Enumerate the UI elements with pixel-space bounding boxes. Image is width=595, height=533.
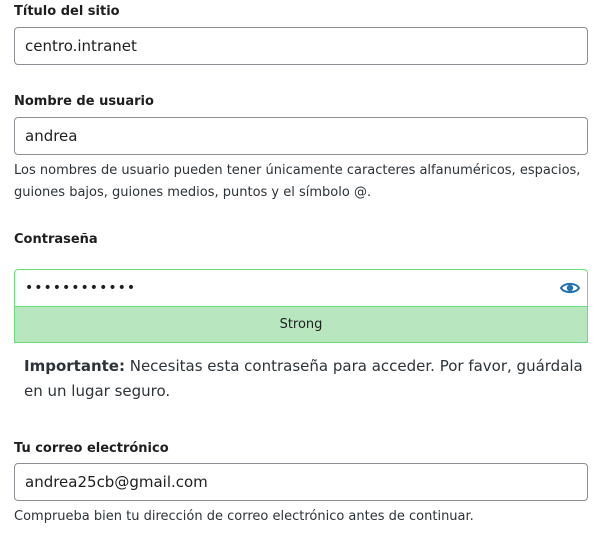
password-field[interactable] [14, 269, 588, 307]
email-input[interactable] [15, 464, 587, 500]
site-title-input[interactable] [15, 28, 587, 64]
password-input[interactable] [15, 270, 553, 306]
show-password-button[interactable] [553, 270, 587, 306]
eye-icon [560, 282, 580, 294]
important-label: Importante: [24, 357, 125, 375]
username-label: Nombre de usuario [14, 94, 154, 109]
username-input[interactable] [15, 118, 587, 154]
username-field[interactable] [14, 117, 588, 155]
site-title-field[interactable] [14, 27, 588, 65]
password-label: Contraseña [14, 232, 98, 247]
email-field[interactable] [14, 463, 588, 501]
site-title-label: Título del sitio [14, 4, 120, 19]
username-hint: Los nombres de usuario pueden tener únic… [14, 163, 581, 200]
password-strength-indicator: Strong [14, 307, 588, 343]
email-label: Tu correo electrónico [14, 441, 169, 456]
password-important-note: Importante: Necesitas esta contraseña pa… [24, 354, 584, 404]
email-hint: Comprueba bien tu dirección de correo el… [14, 509, 474, 524]
